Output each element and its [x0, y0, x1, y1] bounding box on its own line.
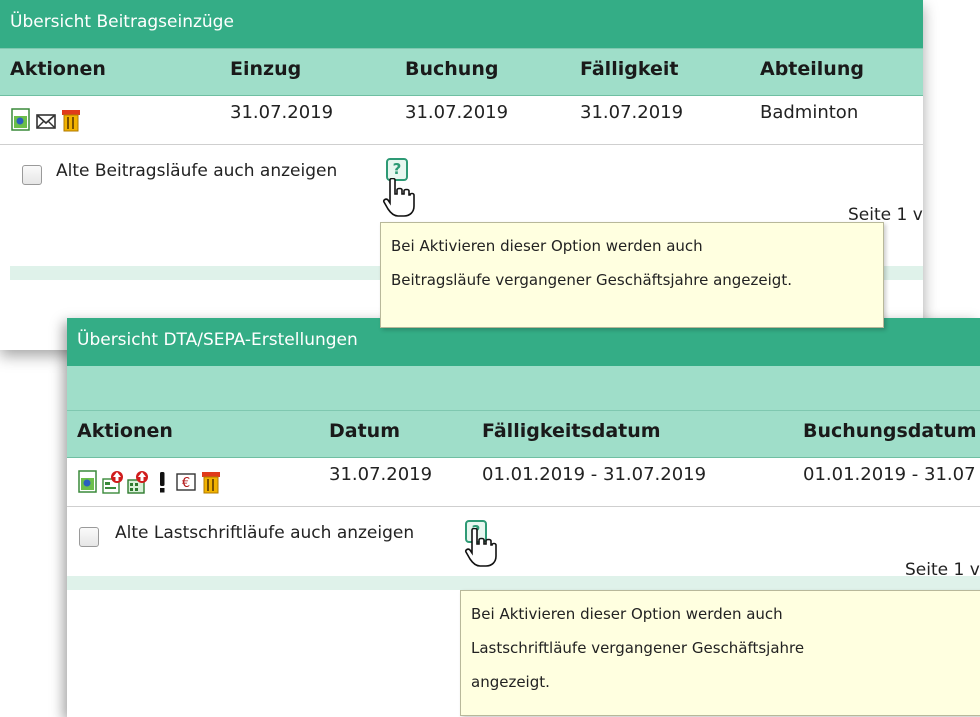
view-icon[interactable] [77, 470, 99, 494]
cell-buchungsdatum: 01.01.2019 - 31.07 [803, 464, 976, 485]
old-runs-label[interactable]: Alte Beitragsläufe auch anzeigen [56, 161, 337, 181]
help-tooltip: Bei Aktivieren dieser Option werden auch… [380, 222, 884, 328]
table-footer-band [67, 576, 980, 590]
row-actions [10, 108, 82, 132]
tooltip-line: Bei Aktivieren dieser Option werden auch [471, 605, 783, 623]
column-header-faelligkeitsdatum[interactable]: Fälligkeitsdatum [482, 420, 661, 442]
column-header-aktionen[interactable]: Aktionen [77, 420, 173, 442]
panel-title: Übersicht Beitragseinzüge [0, 0, 923, 48]
table-row: € 31.07.2019 01.01.2019 - 31.07.2019 01.… [67, 458, 980, 507]
table-header: Aktionen Einzug Buchung Fälligkeit Abtei… [0, 48, 923, 96]
column-header-faelligkeit[interactable]: Fälligkeit [580, 58, 678, 80]
hand-cursor-icon [383, 178, 415, 217]
export-icon[interactable] [102, 470, 124, 494]
old-runs-checkbox[interactable] [22, 165, 42, 185]
cell-abteilung: Badminton [760, 102, 859, 123]
euro-icon[interactable]: € [175, 470, 197, 494]
cell-datum: 31.07.2019 [329, 464, 433, 485]
hand-cursor-icon [465, 528, 497, 567]
cell-einzug: 31.07.2019 [230, 102, 334, 123]
cell-buchung: 31.07.2019 [405, 102, 509, 123]
tooltip-line: angezeigt. [471, 673, 550, 691]
column-header-abteilung[interactable]: Abteilung [760, 58, 864, 80]
old-runs-checkbox[interactable] [79, 527, 99, 547]
help-tooltip: Bei Aktivieren dieser Option werden auch… [460, 590, 980, 716]
trash-icon[interactable] [60, 108, 82, 132]
column-header-aktionen[interactable]: Aktionen [10, 58, 106, 80]
svg-text:€: € [182, 476, 190, 491]
column-header-einzug[interactable]: Einzug [230, 58, 301, 80]
tooltip-line: Bei Aktivieren dieser Option werden auch [391, 237, 703, 255]
view-icon[interactable] [10, 108, 32, 132]
row-actions: € [77, 470, 222, 494]
column-header-buchungsdatum[interactable]: Buchungsdatum [803, 420, 977, 442]
filter-bar [67, 366, 980, 410]
old-runs-option: Alte Lastschriftläufe auch anzeigen ? [67, 507, 980, 559]
old-runs-option: Alte Beitragsläufe auch anzeigen ? [0, 145, 923, 197]
envelope-icon[interactable] [35, 108, 57, 132]
column-header-buchung[interactable]: Buchung [405, 58, 498, 80]
old-runs-label[interactable]: Alte Lastschriftläufe auch anzeigen [115, 523, 414, 543]
tooltip-line: Beitragsläufe vergangener Geschäftsjahre… [391, 271, 792, 289]
column-header-datum[interactable]: Datum [329, 420, 400, 442]
table-row: 31.07.2019 31.07.2019 31.07.2019 Badmint… [0, 96, 923, 145]
trash-icon[interactable] [200, 470, 222, 494]
cell-faelligkeitsdatum: 01.01.2019 - 31.07.2019 [482, 464, 707, 485]
upload-icon[interactable] [127, 470, 149, 494]
exclamation-icon[interactable] [152, 470, 172, 494]
cell-faelligkeit: 31.07.2019 [580, 102, 684, 123]
table-header: Aktionen Datum Fälligkeitsdatum Buchungs… [67, 410, 980, 458]
tooltip-line: Lastschriftläufe vergangener Geschäftsja… [471, 639, 805, 657]
